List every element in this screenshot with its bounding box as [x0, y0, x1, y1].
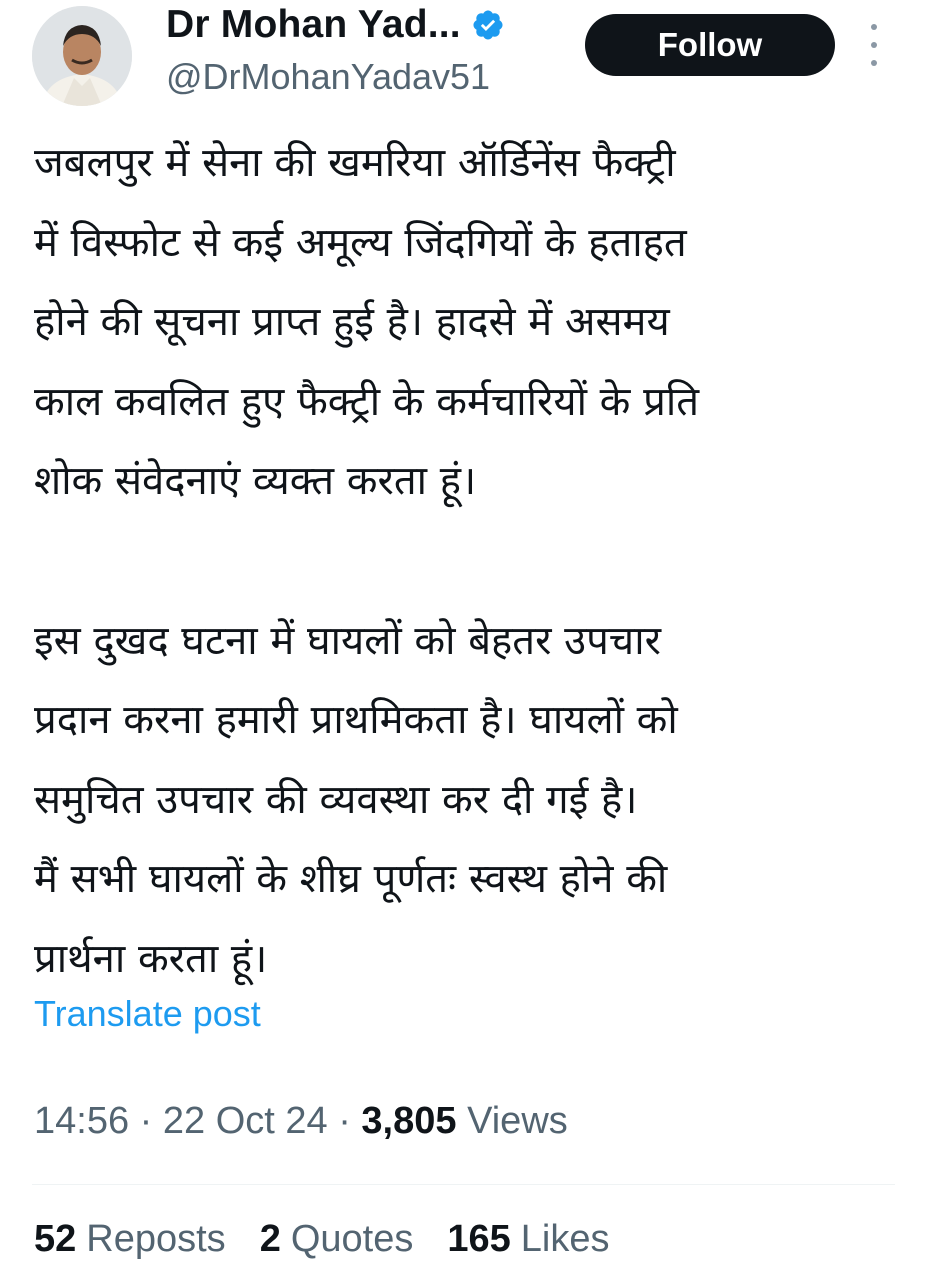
likes-label: Likes [520, 1218, 610, 1260]
tweet-line: शोक संवेदनाएं व्यक्त करता हूं। [34, 458, 477, 505]
quotes-count: 2 [259, 1218, 281, 1260]
more-dot [871, 24, 877, 30]
more-dot [871, 42, 877, 48]
reposts-stat[interactable]: 52 Reposts [34, 1218, 226, 1261]
views-label: Views [467, 1100, 568, 1142]
avatar[interactable] [32, 6, 132, 106]
tweet-time[interactable]: 14:56 [34, 1100, 129, 1142]
tweet-line: होने की सूचना प्राप्त हुई है। हादसे में … [34, 299, 670, 346]
tweet-line: इस दुखद घटना में घायलों को बेहतर उपचार [34, 617, 661, 664]
tweet-text: जबलपुर में सेना की खमरिया ऑर्डिनेंस फैक्… [34, 124, 914, 1000]
tweet-meta: 14:56 · 22 Oct 24 · 3,805 Views [34, 1100, 568, 1143]
tweet-line: प्रार्थना करता हूं। [34, 935, 268, 982]
quotes-label: Quotes [290, 1218, 414, 1260]
tweet-line: काल कवलित हुए फैक्ट्री के कर्मचारियों के… [34, 378, 700, 425]
meta-separator: · [338, 1100, 351, 1142]
more-dot [871, 60, 877, 66]
profile-photo [32, 6, 132, 106]
verified-badge-icon [471, 8, 505, 42]
divider [32, 1184, 895, 1185]
more-vertical-icon[interactable] [864, 24, 884, 66]
reposts-count: 52 [34, 1218, 77, 1260]
views-count: 3,805 [361, 1100, 457, 1142]
author-name-row: Dr Mohan Yad... [166, 0, 505, 50]
author-display-name[interactable]: Dr Mohan Yad... [166, 3, 461, 47]
engagement-stats: 52 Reposts 2 Quotes 165 Likes [34, 1218, 643, 1261]
tweet-line: जबलपुर में सेना की खमरिया ऑर्डिनेंस फैक्… [34, 140, 676, 186]
tweet-date[interactable]: 22 Oct 24 [163, 1100, 328, 1142]
author-handle[interactable]: @DrMohanYadav51 [166, 56, 490, 98]
translate-post-link[interactable]: Translate post [34, 993, 261, 1035]
follow-button[interactable]: Follow [585, 14, 835, 76]
tweet-line: मैं सभी घायलों के शीघ्र पूर्णतः स्वस्थ ह… [34, 856, 668, 903]
tweet-line: प्रदान करना हमारी प्राथमिकता है। घायलों … [34, 697, 678, 744]
tweet-line: समुचित उपचार की व्यवस्था कर दी गई है। [34, 776, 638, 823]
likes-count: 165 [447, 1218, 511, 1260]
tweet-line: में विस्फोट से कई अमूल्य जिंदगियों के हत… [34, 219, 687, 266]
meta-separator: · [139, 1100, 153, 1142]
quotes-stat[interactable]: 2 Quotes [260, 1218, 414, 1261]
reposts-label: Reposts [86, 1218, 226, 1260]
likes-stat[interactable]: 165 Likes [447, 1218, 609, 1261]
